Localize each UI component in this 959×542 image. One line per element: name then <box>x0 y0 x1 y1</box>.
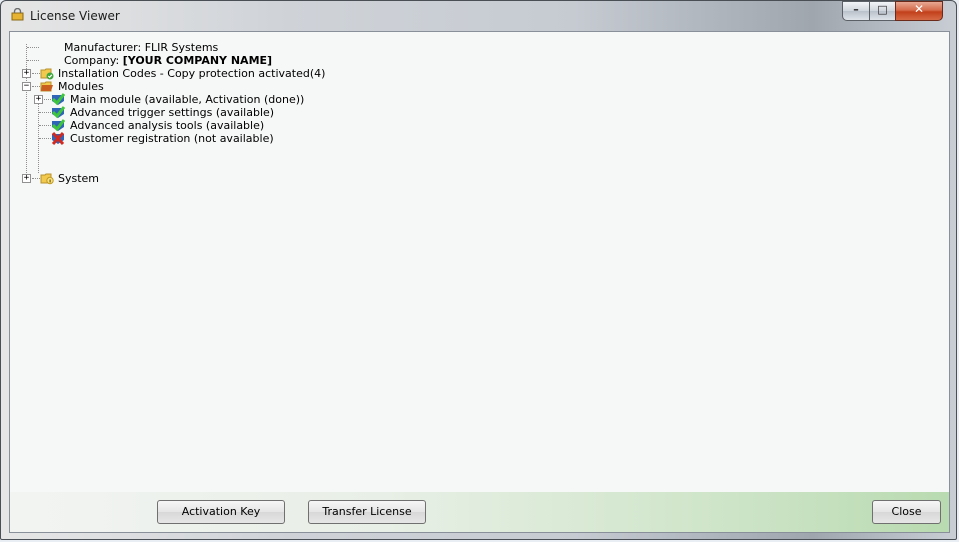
expand-icon[interactable]: + <box>22 69 31 78</box>
close-window-button[interactable]: ✕ <box>895 1 943 21</box>
client-area: Manufacturer: FLIR Systems Company: [YOU… <box>9 31 950 533</box>
button-bar: Activation Key Transfer License Close <box>10 492 949 532</box>
tree-item-installation-codes[interactable]: + Installation Codes - Copy protection a… <box>10 67 410 80</box>
tree-branch <box>39 112 51 113</box>
tree-item-advanced-analysis[interactable]: Advanced analysis tools (available) <box>10 119 430 132</box>
tree-item-company[interactable]: Company: [YOUR COMPANY NAME] <box>10 54 410 67</box>
advanced-trigger-label: Advanced trigger settings (available) <box>70 106 275 119</box>
lock-icon <box>11 8 24 21</box>
manufacturer-label: Manufacturer: FLIR Systems <box>64 41 219 54</box>
close-button[interactable]: Close <box>872 500 941 524</box>
check-shield-icon <box>51 93 65 106</box>
close-icon: ✕ <box>913 2 925 16</box>
tree-branch <box>39 138 51 139</box>
minimize-icon: – <box>853 3 859 16</box>
tree-branch <box>32 86 40 87</box>
license-viewer-window: License Viewer – □ ✕ Manufacturer: FLIR … <box>0 0 957 540</box>
tree-item-system[interactable]: + System <box>10 172 410 185</box>
company-value: [YOUR COMPANY NAME] <box>122 54 273 67</box>
title-bar[interactable]: License Viewer – □ ✕ <box>1 1 956 31</box>
collapse-icon[interactable]: − <box>22 82 31 91</box>
error-x-icon <box>51 132 65 145</box>
installation-codes-label: Installation Codes - Copy protection act… <box>58 67 326 80</box>
tree-item-manufacturer[interactable]: Manufacturer: FLIR Systems <box>10 41 410 54</box>
customer-registration-label: Customer registration (not available) <box>70 132 274 145</box>
system-label: System <box>58 172 100 185</box>
tree-item-advanced-trigger[interactable]: Advanced trigger settings (available) <box>10 106 430 119</box>
tree-item-customer-registration[interactable]: Customer registration (not available) <box>10 132 430 145</box>
window-title: License Viewer <box>30 9 120 23</box>
tree-branch <box>32 178 40 179</box>
tree-branch <box>44 99 51 100</box>
company-label: Company: [YOUR COMPANY NAME] <box>64 54 272 67</box>
tree-branch <box>27 60 39 61</box>
activation-key-button[interactable]: Activation Key <box>157 500 285 524</box>
tree-branch <box>32 73 40 74</box>
advanced-analysis-label: Advanced analysis tools (available) <box>70 119 265 132</box>
maximize-button[interactable]: □ <box>869 1 896 21</box>
main-module-label: Main module (available, Activation (done… <box>70 93 305 106</box>
tree-item-main-module[interactable]: + Main module (available, Activation (do… <box>10 93 430 106</box>
modules-label: Modules <box>58 80 104 93</box>
tree-item-modules[interactable]: − Modules <box>10 80 410 93</box>
check-shield-icon <box>51 119 65 132</box>
minimize-button[interactable]: – <box>842 1 870 21</box>
folder-open-icon <box>40 81 53 92</box>
tree-branch <box>27 47 39 48</box>
expand-icon[interactable]: + <box>34 95 43 104</box>
expand-icon[interactable]: + <box>22 174 31 183</box>
company-prefix: Company: <box>64 54 123 67</box>
tree-branch <box>39 125 51 126</box>
folder-info-icon <box>40 173 54 185</box>
license-tree[interactable]: Manufacturer: FLIR Systems Company: [YOU… <box>10 32 949 493</box>
maximize-icon: □ <box>877 3 888 16</box>
check-shield-icon <box>51 106 65 119</box>
transfer-license-button[interactable]: Transfer License <box>308 500 426 524</box>
folder-check-icon <box>40 68 54 80</box>
